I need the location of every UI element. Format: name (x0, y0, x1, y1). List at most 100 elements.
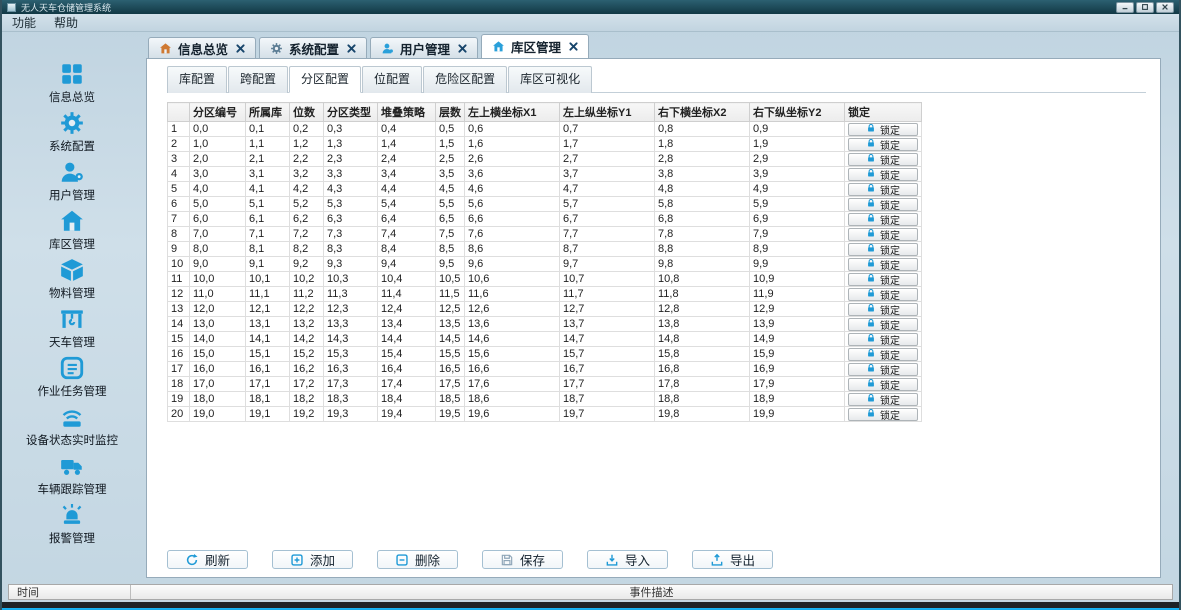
lock-button[interactable]: 锁定 (848, 273, 918, 286)
export-button[interactable]: 导出 (692, 550, 773, 569)
lock-button[interactable]: 锁定 (848, 138, 918, 151)
alarm-icon (59, 502, 85, 528)
window-controls (1116, 2, 1174, 13)
table-cell: 10,6 (465, 272, 560, 287)
lock-button[interactable]: 锁定 (848, 393, 918, 406)
table-row[interactable]: 1514,014,114,214,314,414,514,614,714,814… (168, 332, 922, 347)
tab-warehouse-management[interactable]: 库区管理 (481, 34, 589, 58)
lock-cell: 锁定 (845, 332, 922, 347)
button-label: 导出 (730, 550, 755, 569)
table-row[interactable]: 1716,016,116,216,316,416,516,616,716,816… (168, 362, 922, 377)
close-tab-icon[interactable] (458, 44, 467, 53)
lock-button[interactable]: 锁定 (848, 123, 918, 136)
lock-button[interactable]: 锁定 (848, 348, 918, 361)
table-cell: 2,8 (655, 152, 750, 167)
sidebar-item-label: 用户管理 (49, 187, 95, 203)
sidebar-item-info-overview[interactable]: 信息总览 (6, 60, 138, 106)
table-cell: 10,1 (246, 272, 290, 287)
import-button[interactable]: 导入 (587, 550, 668, 569)
lock-button[interactable]: 锁定 (848, 198, 918, 211)
row-number: 10 (168, 257, 190, 272)
tab-system-config[interactable]: 系统配置 (259, 37, 367, 58)
sidebar-item-material-management[interactable]: 物料管理 (6, 256, 138, 302)
lock-button[interactable]: 锁定 (848, 168, 918, 181)
table-row[interactable]: 109,09,19,29,39,49,59,69,79,89,9锁定 (168, 257, 922, 272)
menu-function[interactable]: 功能 (12, 14, 36, 31)
table-row[interactable]: 32,02,12,22,32,42,52,62,72,82,9锁定 (168, 152, 922, 167)
minimize-button[interactable] (1116, 2, 1134, 13)
sidebar-item-crane-management[interactable]: 天车管理 (6, 305, 138, 351)
table-row[interactable]: 10,00,10,20,30,40,50,60,70,80,9锁定 (168, 122, 922, 137)
lock-button-label: 锁定 (880, 347, 900, 362)
save-button[interactable]: 保存 (482, 550, 563, 569)
sidebar-item-user-management[interactable]: 用户管理 (6, 158, 138, 204)
lock-button[interactable]: 锁定 (848, 258, 918, 271)
sidebar-item-system-config[interactable]: 系统配置 (6, 109, 138, 155)
sidebar-item-vehicle-tracking[interactable]: 车辆跟踪管理 (6, 452, 138, 498)
sidebar-item-task-management[interactable]: 作业任务管理 (6, 354, 138, 400)
close-tab-icon[interactable] (347, 44, 356, 53)
table-row[interactable]: 1312,012,112,212,312,412,512,612,712,812… (168, 302, 922, 317)
subtab-span-config[interactable]: 跨配置 (228, 66, 288, 93)
table-row[interactable]: 21,01,11,21,31,41,51,61,71,81,9锁定 (168, 137, 922, 152)
lock-button[interactable]: 锁定 (848, 378, 918, 391)
sidebar-item-alarm-management[interactable]: 报警管理 (6, 501, 138, 547)
sidebar-item-device-monitoring[interactable]: 设备状态实时监控 (6, 403, 138, 449)
table-row[interactable]: 98,08,18,28,38,48,58,68,78,88,9锁定 (168, 242, 922, 257)
delete-button[interactable]: 删除 (377, 550, 458, 569)
subtab-danger-zone-config[interactable]: 危险区配置 (423, 66, 507, 93)
table-cell: 1,1 (246, 137, 290, 152)
table-row[interactable]: 1413,013,113,213,313,413,513,613,713,813… (168, 317, 922, 332)
subtab-warehouse-config[interactable]: 库配置 (167, 66, 227, 93)
refresh-button[interactable]: 刷新 (167, 550, 248, 569)
lock-icon (866, 333, 876, 346)
table-cell: 12,3 (324, 302, 378, 317)
lock-button[interactable]: 锁定 (848, 333, 918, 346)
lock-button[interactable]: 锁定 (848, 243, 918, 256)
close-tab-icon[interactable] (236, 44, 245, 53)
lock-button[interactable]: 锁定 (848, 363, 918, 376)
sidebar-item-label: 系统配置 (49, 138, 95, 154)
table-cell: 2,6 (465, 152, 560, 167)
table-row[interactable]: 54,04,14,24,34,44,54,64,74,84,9锁定 (168, 182, 922, 197)
table-cell: 19,8 (655, 407, 750, 422)
close-tab-icon[interactable] (569, 42, 578, 51)
table-row[interactable]: 1817,017,117,217,317,417,517,617,717,817… (168, 377, 922, 392)
add-button[interactable]: 添加 (272, 550, 353, 569)
maximize-button[interactable] (1136, 2, 1154, 13)
table-row[interactable]: 43,03,13,23,33,43,53,63,73,83,9锁定 (168, 167, 922, 182)
table-cell: 13,9 (750, 317, 845, 332)
table-cell: 7,1 (246, 227, 290, 242)
tab-user-management[interactable]: 用户管理 (370, 37, 478, 58)
lock-button[interactable]: 锁定 (848, 153, 918, 166)
lock-button[interactable]: 锁定 (848, 303, 918, 316)
close-window-button[interactable] (1156, 2, 1174, 13)
table-cell: 16,7 (560, 362, 655, 377)
lock-button[interactable]: 锁定 (848, 288, 918, 301)
menu-help[interactable]: 帮助 (54, 14, 78, 31)
lock-button[interactable]: 锁定 (848, 408, 918, 421)
subtab-position-config[interactable]: 位配置 (362, 66, 422, 93)
table-cell: 1,9 (750, 137, 845, 152)
table-cell: 14,4 (378, 332, 436, 347)
table-row[interactable]: 1211,011,111,211,311,411,511,611,711,811… (168, 287, 922, 302)
subtab-zone-config[interactable]: 分区配置 (289, 66, 361, 93)
table-row[interactable]: 2019,019,119,219,319,419,519,619,719,819… (168, 407, 922, 422)
table-row[interactable]: 65,05,15,25,35,45,55,65,75,85,9锁定 (168, 197, 922, 212)
lock-button[interactable]: 锁定 (848, 318, 918, 331)
table-row[interactable]: 1110,010,110,210,310,410,510,610,710,810… (168, 272, 922, 287)
tab-info-overview[interactable]: 信息总览 (148, 37, 256, 58)
lock-button[interactable]: 锁定 (848, 183, 918, 196)
table-cell: 10,3 (324, 272, 378, 287)
lock-button[interactable]: 锁定 (848, 228, 918, 241)
table-row[interactable]: 87,07,17,27,37,47,57,67,77,87,9锁定 (168, 227, 922, 242)
sidebar-item-warehouse-management[interactable]: 库区管理 (6, 207, 138, 253)
table-row[interactable]: 1918,018,118,218,318,418,518,618,718,818… (168, 392, 922, 407)
lock-button[interactable]: 锁定 (848, 213, 918, 226)
subtab-warehouse-visualization[interactable]: 库区可视化 (508, 66, 592, 93)
table-row[interactable]: 1615,015,115,215,315,415,515,615,715,815… (168, 347, 922, 362)
table-cell: 15,3 (324, 347, 378, 362)
table-row[interactable]: 76,06,16,26,36,46,56,66,76,86,9锁定 (168, 212, 922, 227)
table-cell: 4,4 (378, 182, 436, 197)
table-cell: 6,9 (750, 212, 845, 227)
